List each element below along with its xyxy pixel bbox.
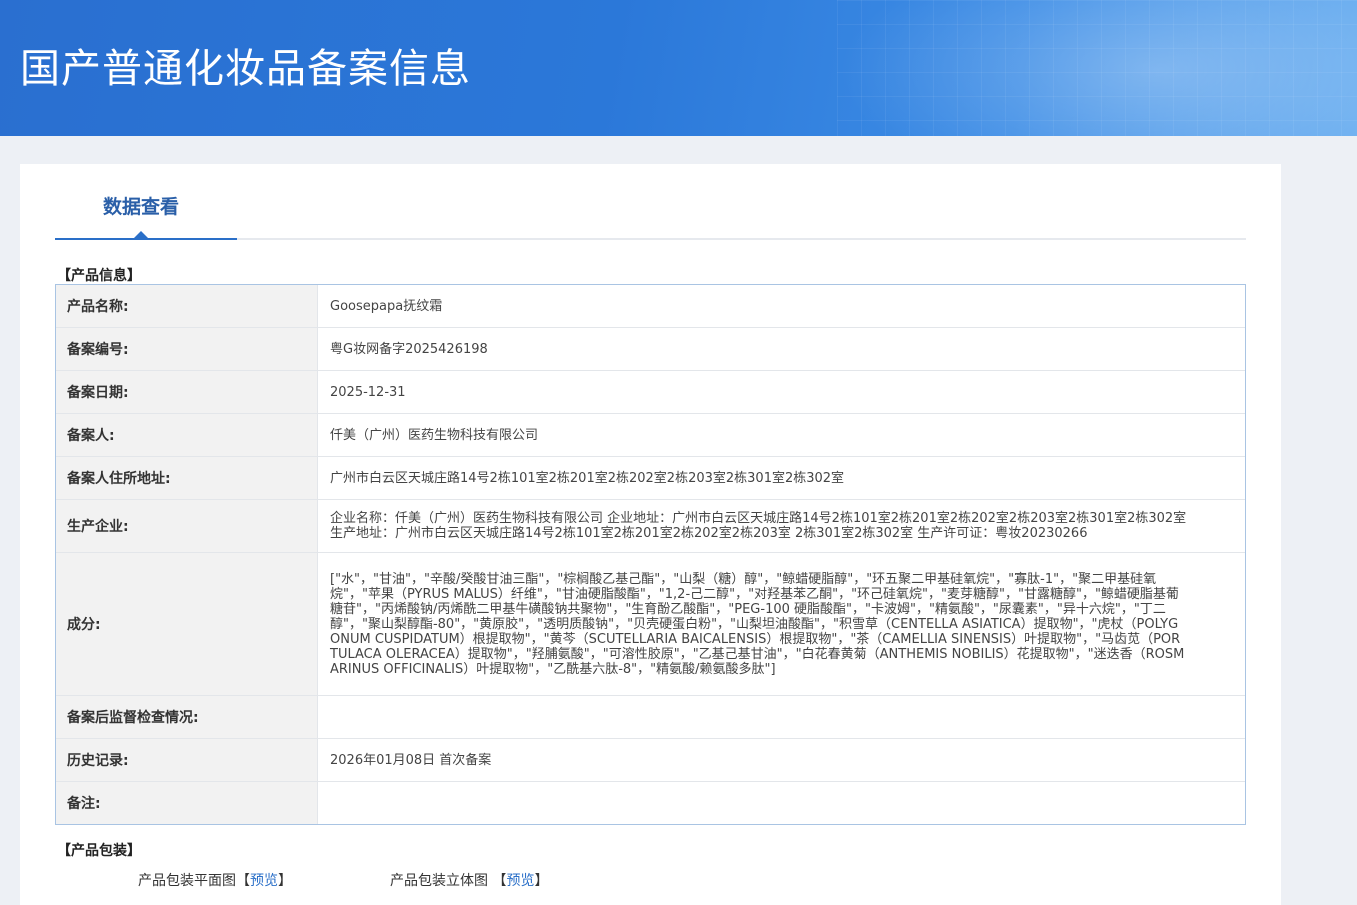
preview-flat-link[interactable]: 预览 [250, 873, 278, 889]
row-label: 备注: [56, 782, 318, 824]
row-label: 备案日期: [56, 371, 318, 413]
row-value: ["水"，"甘油"，"辛酸/癸酸甘油三酯"，"棕榈酸乙基己酯"，"山梨（糖）醇"… [330, 571, 1185, 677]
row-filing-number: 备案编号: 粤G妆网备字2025426198 [56, 328, 1245, 371]
row-filing-date: 备案日期: 2025-12-31 [56, 371, 1245, 414]
packaging-flat-label: 产品包装平面图 [138, 873, 236, 889]
packaging-flat-item: 产品包装平面图【预览】 [138, 870, 292, 890]
row-ingredients: 成分: ["水"，"甘油"，"辛酸/癸酸甘油三酯"，"棕榈酸乙基己酯"，"山梨（… [56, 553, 1245, 696]
bracket-open: 【 [492, 873, 507, 889]
content-panel: 数据查看 【产品信息】 产品名称: Goosepapa抚纹霜 备案编号: 粤G妆… [20, 164, 1281, 905]
tab-data-view[interactable]: 数据查看 [55, 164, 237, 240]
packaging-stereo-item: 产品包装立体图 【预览】 [390, 870, 548, 890]
product-info-table: 产品名称: Goosepapa抚纹霜 备案编号: 粤G妆网备字202542619… [55, 284, 1246, 825]
header-banner: 国产普通化妆品备案信息 [0, 0, 1357, 136]
row-value: 粤G妆网备字2025426198 [330, 341, 488, 357]
row-post-filing-inspection: 备案后监督检查情况: [56, 696, 1245, 739]
bracket-close: 】 [534, 873, 549, 889]
row-label: 备案人: [56, 414, 318, 456]
packaging-stereo-label: 产品包装立体图 [390, 873, 488, 889]
row-value: 2025-12-31 [330, 384, 406, 400]
row-history: 历史记录: 2026年01月08日 首次备案 [56, 739, 1245, 782]
row-product-name: 产品名称: Goosepapa抚纹霜 [56, 285, 1245, 328]
row-value: 广州市白云区天城庄路14号2栋101室2栋201室2栋202室2栋203室2栋3… [330, 470, 845, 486]
row-value: 2026年01月08日 首次备案 [330, 752, 492, 768]
tab-data-view-label: 数据查看 [103, 196, 180, 218]
row-value: 企业名称：仟美（广州）医药生物科技有限公司 企业地址：广州市白云区天城庄路14号… [330, 511, 1187, 541]
row-label: 备案编号: [56, 328, 318, 370]
row-filer-address: 备案人住所地址: 广州市白云区天城庄路14号2栋101室2栋201室2栋202室… [56, 457, 1245, 500]
row-remarks: 备注: [56, 782, 1245, 824]
tab-bar: 数据查看 [55, 164, 1246, 240]
row-label: 历史记录: [56, 739, 318, 781]
preview-stereo-link[interactable]: 预览 [506, 873, 534, 889]
product-info-section-title: 【产品信息】 [57, 268, 141, 284]
row-label: 产品名称: [56, 285, 318, 327]
row-label: 备案人住所地址: [56, 457, 318, 499]
tab-active-caret-icon [134, 231, 148, 238]
row-value: Goosepapa抚纹霜 [330, 298, 443, 314]
bracket-close: 】 [278, 873, 292, 889]
row-label: 生产企业: [56, 500, 318, 552]
row-value: 仟美（广州）医药生物科技有限公司 [330, 427, 539, 443]
row-filer: 备案人: 仟美（广州）医药生物科技有限公司 [56, 414, 1245, 457]
packaging-section-title: 【产品包装】 [57, 843, 141, 859]
row-value [318, 696, 1245, 738]
bracket-open: 【 [236, 873, 250, 889]
banner-grid-pattern [837, 0, 1357, 136]
row-value [318, 782, 1245, 824]
row-manufacturer: 生产企业: 企业名称：仟美（广州）医药生物科技有限公司 企业地址：广州市白云区天… [56, 500, 1245, 553]
row-label: 成分: [56, 553, 318, 695]
row-label: 备案后监督检查情况: [56, 696, 318, 738]
page-title: 国产普通化妆品备案信息 [20, 46, 471, 92]
